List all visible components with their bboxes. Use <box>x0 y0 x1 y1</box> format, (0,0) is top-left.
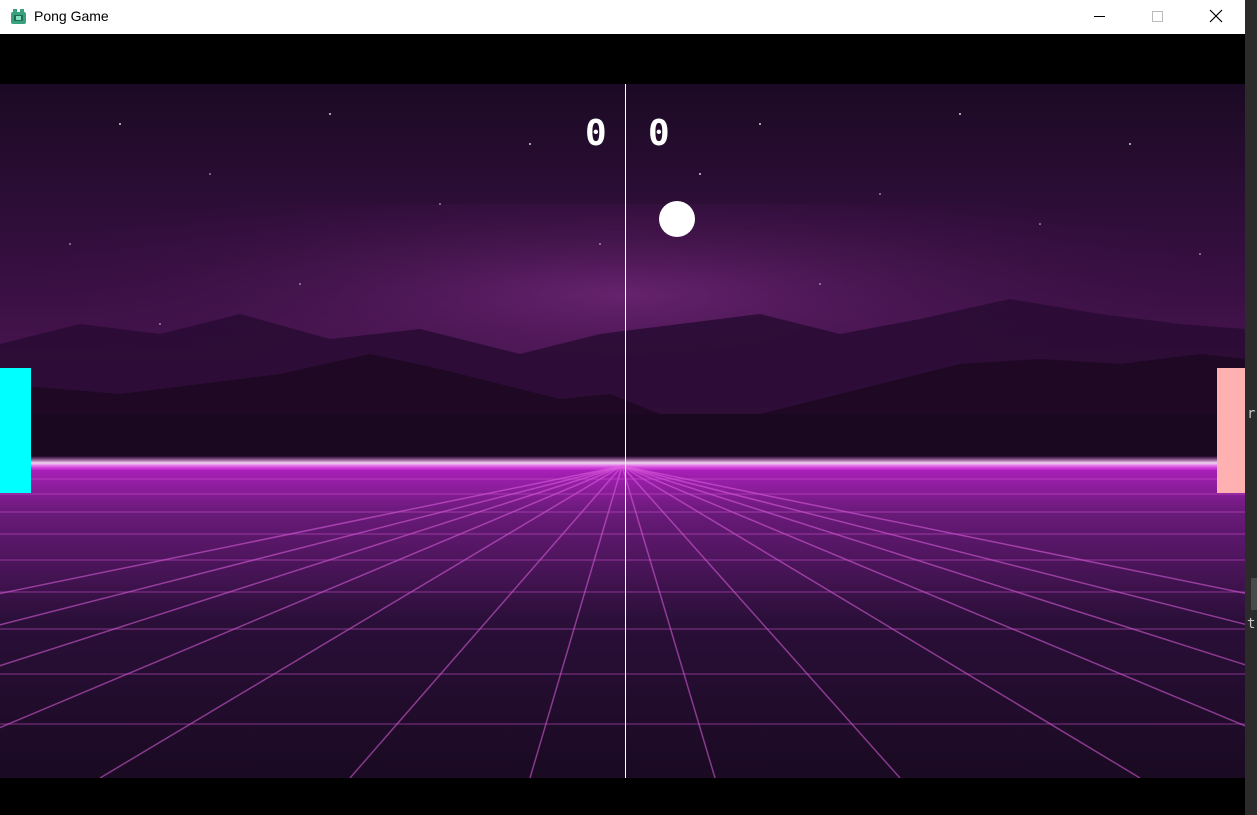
python-app-icon <box>11 9 26 24</box>
letterbox-top <box>0 34 1245 84</box>
title-bar[interactable]: Pong Game <box>0 0 1245 34</box>
center-line <box>625 84 626 778</box>
close-icon <box>1209 9 1223 23</box>
score-left: 0 <box>585 113 607 154</box>
window-title: Pong Game <box>34 8 109 24</box>
synthwave-background <box>0 84 1245 778</box>
minimize-button[interactable] <box>1071 0 1129 34</box>
letterbox-bottom <box>0 778 1245 815</box>
background-text-fragment: t <box>1247 616 1256 632</box>
background-scrollbar <box>1251 578 1257 610</box>
game-window: Pong Game 0 0 <box>0 0 1245 815</box>
left-paddle[interactable] <box>0 368 31 493</box>
ball <box>659 201 695 237</box>
maximize-icon <box>1152 11 1163 22</box>
maximize-button[interactable] <box>1129 0 1187 34</box>
score-right: 0 <box>648 113 670 154</box>
right-paddle[interactable] <box>1217 368 1245 493</box>
minimize-icon <box>1094 16 1105 17</box>
background-text-fragment: r <box>1247 406 1256 422</box>
game-canvas[interactable]: 0 0 <box>0 84 1245 778</box>
close-button[interactable] <box>1187 0 1245 34</box>
